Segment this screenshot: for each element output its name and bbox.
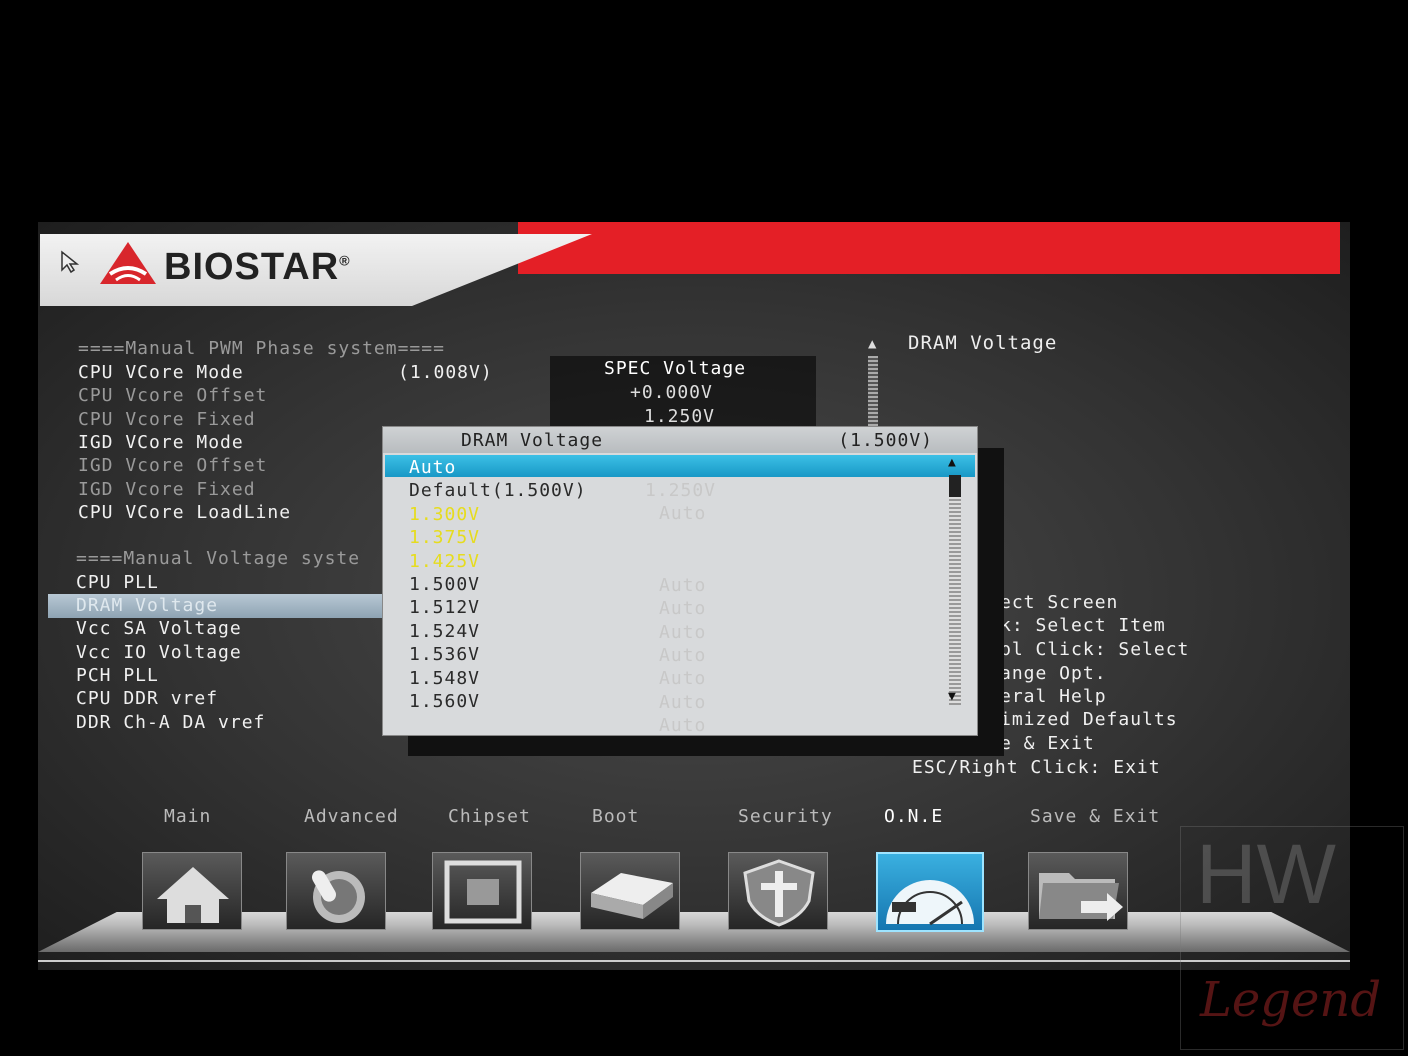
background-value-ghost: Auto	[659, 645, 707, 666]
voltage-option[interactable]: 1.512V	[409, 597, 480, 618]
tab-main[interactable]: Main	[164, 806, 211, 827]
voltage-option[interactable]: 1.560V	[409, 691, 480, 712]
help-line: ect Screen	[1000, 592, 1119, 613]
bios-screen: BIOSTAR® ====Manual PWM Phase system====…	[38, 222, 1350, 970]
setting-label: CPU VCore LoadLine	[78, 502, 292, 523]
help-line: imized Defaults	[1000, 709, 1178, 730]
setting-item[interactable]: PCH PLL	[76, 665, 159, 686]
popup-selection-bar	[385, 455, 975, 477]
voltage-option[interactable]: 1.548V	[409, 668, 480, 689]
setting-label: ====Manual PWM Phase system====	[78, 338, 445, 359]
popup-scroll-down-icon[interactable]: ▼	[948, 689, 956, 704]
setting-label: PCH PLL	[76, 665, 159, 686]
help-title: DRAM Voltage	[908, 332, 1058, 354]
setting-label: IGD Vcore Offset	[78, 455, 268, 476]
setting-value: (1.008V)	[398, 362, 493, 383]
help-line: k: Select Item	[1000, 615, 1166, 636]
tab-chipset[interactable]: Chipset	[448, 806, 531, 827]
gauge-icon[interactable]	[876, 852, 984, 932]
watermark-top-text: HW	[1196, 827, 1336, 921]
spec-fixed-value: 1.250V	[644, 406, 716, 427]
drive-icon[interactable]	[580, 852, 680, 930]
setting-label: IGD VCore Mode	[78, 432, 244, 453]
setting-label: CPU Vcore Fixed	[78, 409, 256, 430]
voltage-option[interactable]: 1.425V	[409, 551, 480, 572]
setting-label: Vcc SA Voltage	[76, 618, 242, 639]
tab-advanced[interactable]: Advanced	[304, 806, 399, 827]
setting-item: CPU Vcore Fixed	[78, 409, 256, 430]
setting-item[interactable]: CPU DDR vref	[76, 688, 218, 709]
setting-item[interactable]: CPU PLL	[76, 572, 159, 593]
shield-icon[interactable]	[728, 852, 828, 930]
setting-item[interactable]: IGD VCore Mode	[78, 432, 244, 453]
help-line: eral Help	[1000, 686, 1107, 707]
setting-item[interactable]: CPU VCore Mode	[78, 362, 244, 383]
setting-item[interactable]: DDR Ch-A DA vref	[76, 712, 265, 733]
popup-current-value: (1.500V)	[838, 430, 933, 451]
voltage-option[interactable]: Auto	[409, 457, 456, 478]
tab-save-exit[interactable]: Save & Exit	[1030, 806, 1160, 827]
voltage-option[interactable]: Default(1.500V)	[409, 480, 587, 501]
background-value-ghost: Auto	[659, 598, 707, 619]
setting-item: IGD Vcore Fixed	[78, 479, 256, 500]
setting-label: CPU Vcore Offset	[78, 385, 268, 406]
setting-label: DRAM Voltage	[76, 595, 219, 616]
voltage-option[interactable]: 1.300V	[409, 504, 480, 525]
tab-o-n-e[interactable]: O.N.E	[884, 806, 943, 827]
popup-title: DRAM Voltage	[461, 430, 604, 451]
tab-security[interactable]: Security	[738, 806, 833, 827]
voltage-option[interactable]: 1.375V	[409, 527, 480, 548]
popup-scroll-thumb[interactable]	[949, 475, 961, 497]
setting-item[interactable]: DRAM Voltage	[76, 595, 218, 616]
main-scrollbar[interactable]	[868, 356, 878, 436]
setting-item: IGD Vcore Offset	[78, 455, 267, 476]
setting-label: DDR Ch-A DA vref	[76, 712, 266, 733]
header-red-band	[518, 222, 1340, 274]
spec-voltage-header: SPEC Voltage	[604, 358, 747, 379]
setting-label: CPU VCore Mode	[78, 362, 244, 383]
tab-boot[interactable]: Boot	[592, 806, 639, 827]
setting-label: ====Manual Voltage syste	[76, 548, 361, 569]
setting-item[interactable]: CPU VCore LoadLine	[78, 502, 291, 523]
setting-label: CPU PLL	[76, 572, 159, 593]
setting-item[interactable]: Vcc IO Voltage	[76, 642, 242, 663]
scroll-up-arrow-icon[interactable]: ▲	[868, 336, 876, 352]
setting-label: CPU DDR vref	[76, 688, 219, 709]
popup-scrollbar[interactable]	[949, 475, 961, 705]
voltage-option[interactable]: 1.536V	[409, 644, 480, 665]
home-icon[interactable]	[142, 852, 242, 930]
chip-icon[interactable]	[432, 852, 532, 930]
background-value-ghost: Auto	[659, 668, 707, 689]
joystick-icon[interactable]	[286, 852, 386, 930]
spec-offset-value: +0.000V	[630, 382, 713, 403]
setting-item[interactable]: Vcc SA Voltage	[76, 618, 242, 639]
help-exit-line: ESC/Right Click: Exit	[912, 757, 1161, 778]
voltage-option[interactable]: 1.524V	[409, 621, 480, 642]
background-value-ghost: Auto	[659, 622, 707, 643]
setting-item: ====Manual PWM Phase system====	[78, 338, 445, 359]
folder-exit-icon[interactable]	[1028, 852, 1128, 930]
biostar-logo-icon	[100, 242, 156, 284]
background-value-ghost: 1.250V	[645, 480, 717, 501]
setting-label: IGD Vcore Fixed	[78, 479, 256, 500]
popup-scroll-up-icon[interactable]: ▲	[948, 455, 956, 470]
background-value-ghost: Auto	[659, 692, 707, 713]
background-value-ghost: Auto	[659, 575, 707, 596]
help-line: ange Opt.	[1000, 663, 1107, 684]
help-line: e & Exit	[1000, 733, 1095, 754]
background-value-ghost: Auto	[659, 503, 707, 524]
shelf-baseline	[38, 960, 1350, 962]
voltage-option[interactable]: 1.500V	[409, 574, 480, 595]
brand-logo-text: BIOSTAR®	[164, 246, 351, 288]
watermark-bottom-text: Legend	[1200, 972, 1382, 1028]
help-line: bl Click: Select	[1000, 639, 1190, 660]
mouse-cursor-icon	[61, 250, 80, 274]
background-value-ghost: Auto	[659, 715, 707, 736]
setting-item: ====Manual Voltage syste	[76, 548, 360, 569]
dram-voltage-popup: DRAM Voltage (1.500V) Auto Default(1.500V…	[382, 426, 978, 736]
setting-item: CPU Vcore Offset	[78, 385, 267, 406]
popup-header: DRAM Voltage (1.500V)	[383, 427, 977, 453]
setting-label: Vcc IO Voltage	[76, 642, 242, 663]
